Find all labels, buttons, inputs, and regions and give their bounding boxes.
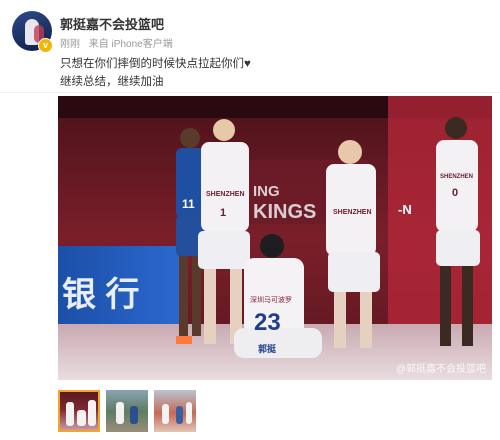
jersey-text-2: SHENZHEN (333, 209, 372, 216)
photo-scene: ING KINGS 银 行 -N 11 SHENZHEN 1 深圳马可波罗 23… (58, 96, 492, 380)
thumbnail-3[interactable] (154, 390, 196, 432)
thumbnail-1[interactable] (58, 390, 100, 432)
divider (0, 92, 500, 93)
username[interactable]: 郭挺嘉不会投篮吧 (60, 14, 164, 33)
jersey-0: 0 (452, 187, 458, 199)
jersey-text-3: SHENZHEN (440, 174, 473, 180)
verified-badge-icon: v (38, 38, 53, 53)
thumbnail-2[interactable] (106, 390, 148, 432)
thumbnail-strip (58, 390, 196, 432)
player-name-back: 郭挺 (258, 343, 277, 354)
jersey-text-1: SHENZHEN (206, 191, 245, 198)
post-text-line-1: 只想在你们摔倒的时候快点拉起你们♥ (60, 58, 251, 70)
jersey-23: 23 (254, 309, 281, 336)
ad-board-text: 银 行 (62, 276, 139, 314)
sponsor-text: -N (398, 202, 412, 217)
post-meta: 刚刚 来自 iPhone客户端 (60, 35, 179, 50)
jersey-1: 1 (220, 207, 226, 219)
post-photo[interactable]: ING KINGS 银 行 -N 11 SHENZHEN 1 深圳马可波罗 23… (58, 96, 492, 380)
photo-watermark: @郭挺嘉不会投篮吧 (395, 364, 486, 375)
post-text-line-2: 继续总结，继续加油 (60, 76, 164, 88)
court-text-2: KINGS (253, 201, 316, 223)
post-time: 刚刚 (60, 39, 80, 50)
back-team-text: 深圳马可波罗 (250, 295, 292, 304)
court-text-1: ING (253, 183, 280, 200)
jersey-11: 11 (182, 197, 195, 211)
post-source: 来自 iPhone客户端 (88, 39, 173, 50)
